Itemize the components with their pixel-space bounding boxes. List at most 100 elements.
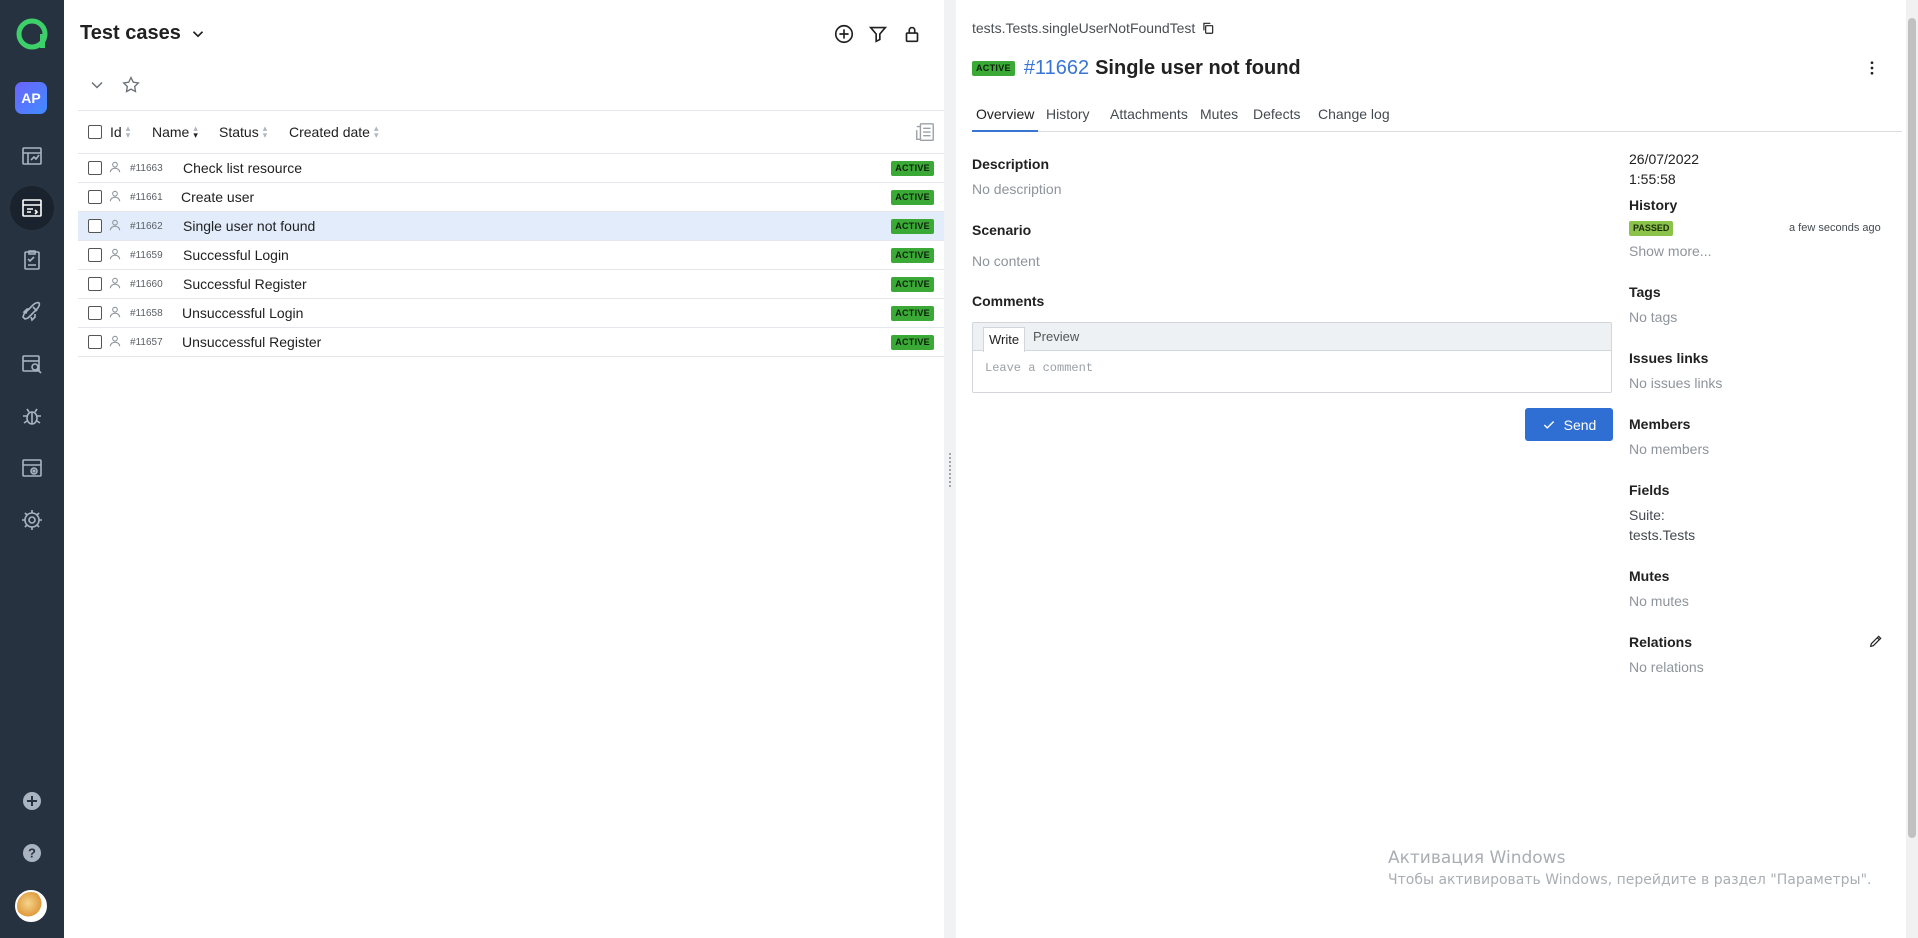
column-status[interactable]: Status ▴ ▾ (219, 123, 268, 141)
row-checkbox[interactable] (88, 306, 102, 320)
table-row[interactable]: #11657 Unsuccessful Register ACTIVE (78, 328, 944, 357)
column-created-date[interactable]: Created date ▴ ▾ (289, 124, 378, 141)
detail-tabs: Overview History Attachments Mutes Defec… (972, 104, 1902, 132)
row-id: #11663 (130, 163, 163, 174)
row-name: Create user (181, 189, 255, 205)
row-id: #11660 (130, 279, 163, 290)
row-name: Unsuccessful Login (182, 305, 304, 321)
members-label: Members (1629, 416, 1691, 432)
favorite-button[interactable] (120, 74, 142, 96)
row-checkbox[interactable] (88, 161, 102, 175)
sort-icon: ▴ ▾ (125, 123, 131, 140)
defects-icon (23, 408, 41, 425)
star-icon (122, 75, 140, 93)
app-logo-icon[interactable] (14, 16, 50, 52)
table-row[interactable]: #11660 Successful Register ACTIVE (78, 270, 944, 299)
test-cases-panel: Test cases Id ▴ ▾ Name ▴ ▾ Status ▴ ▾ Creat… (64, 0, 944, 938)
row-checkbox[interactable] (88, 248, 102, 262)
column-name[interactable]: Name ▴ ▾ (152, 124, 198, 141)
tab-overview[interactable]: Overview (972, 106, 1039, 132)
test-cases-title-dropdown[interactable]: Test cases (80, 22, 207, 45)
row-name: Single user not found (183, 218, 316, 234)
tags-value: No tags (1629, 309, 1678, 325)
column-id[interactable]: Id ▴ ▾ (110, 123, 131, 141)
nav-dashboards[interactable] (10, 134, 54, 178)
help-icon: ? (23, 844, 41, 862)
nav-test-plans[interactable] (10, 238, 54, 282)
add-project-icon (23, 792, 41, 810)
add-test-case-button[interactable] (832, 22, 856, 46)
issues-links-value: No issues links (1629, 375, 1723, 391)
manual-test-icon (109, 248, 121, 260)
show-more-link[interactable]: Show more... (1629, 243, 1711, 259)
filter-button[interactable] (866, 22, 890, 46)
table-row[interactable]: #11659 Successful Login ACTIVE (78, 241, 944, 270)
description-value: No description (972, 181, 1062, 197)
edit-relations-icon[interactable] (1868, 633, 1884, 649)
write-tab[interactable]: Write (983, 327, 1026, 352)
filter-icon (868, 26, 888, 43)
nav-defects[interactable] (10, 394, 54, 438)
scenario-value: No content (972, 253, 1040, 269)
launches-icon (22, 301, 41, 322)
more-actions-button[interactable] (1862, 58, 1882, 78)
mutes-value: No mutes (1629, 593, 1689, 609)
table-row[interactable]: #11661 Create user ACTIVE (78, 183, 944, 212)
send-button[interactable]: Send (1525, 408, 1613, 441)
scrollbar-thumb[interactable] (1908, 18, 1916, 838)
lock-icon (905, 26, 919, 43)
created-date: 26/07/2022 (1629, 151, 1700, 167)
tab-defects[interactable]: Defects (1253, 106, 1300, 132)
status-badge: ACTIVE (891, 161, 934, 176)
test-case-detail: tests.Tests.singleUserNotFoundTest ACTIV… (956, 0, 1906, 938)
history-status-badge[interactable]: PASSED (1629, 221, 1674, 236)
drag-handle-icon[interactable] (948, 452, 952, 488)
row-id: #11657 (130, 337, 163, 348)
table-row[interactable]: #11658 Unsuccessful Login ACTIVE (78, 299, 944, 328)
table-row[interactable]: #11663 Check list resource ACTIVE (78, 154, 944, 183)
nav-settings[interactable] (10, 498, 54, 542)
watermark-subtitle: Чтобы активировать Windows, перейдите в … (1388, 872, 1872, 888)
row-checkbox[interactable] (88, 335, 102, 349)
manual-test-icon (109, 277, 121, 289)
comment-input[interactable] (973, 352, 1611, 392)
nav-test-cases[interactable] (10, 186, 54, 230)
user-avatar[interactable] (15, 890, 47, 922)
sort-icon: ▴ ▾ (262, 123, 268, 140)
nav-jobs[interactable] (10, 446, 54, 490)
row-checkbox[interactable] (88, 219, 102, 233)
history-label: History (1629, 197, 1678, 213)
test-plans-icon (24, 250, 40, 270)
manual-test-icon (109, 190, 121, 202)
nav-help[interactable]: ? (10, 831, 54, 875)
mutes-label: Mutes (1629, 568, 1670, 584)
suite-value: tests.Tests (1629, 527, 1696, 543)
nav-add-project[interactable] (10, 779, 54, 823)
fields-label: Fields (1629, 482, 1670, 498)
panel-splitter[interactable] (944, 0, 956, 938)
nav-launches[interactable] (10, 290, 54, 334)
row-checkbox[interactable] (88, 190, 102, 204)
tab-change-log[interactable]: Change log (1318, 106, 1390, 132)
tab-mutes[interactable]: Mutes (1200, 106, 1238, 132)
select-all-checkbox[interactable] (88, 125, 102, 139)
tab-history[interactable]: History (1046, 106, 1090, 132)
tab-attachments[interactable]: Attachments (1110, 106, 1188, 132)
lock-button[interactable] (900, 22, 924, 46)
column-settings-icon[interactable] (914, 121, 936, 143)
nav-analytics[interactable] (10, 342, 54, 386)
vertical-scrollbar[interactable] (1906, 0, 1918, 938)
table-row-selected[interactable]: #11662 Single user not found ACTIVE (78, 212, 944, 241)
full-name: tests.Tests.singleUserNotFoundTest (972, 20, 1215, 36)
scenario-label: Scenario (972, 222, 1032, 238)
copy-icon[interactable] (1201, 21, 1215, 35)
status-badge: ACTIVE (891, 277, 934, 292)
manual-test-icon (109, 219, 121, 231)
row-checkbox[interactable] (88, 277, 102, 291)
preview-tab[interactable]: Preview (1033, 329, 1079, 344)
collapse-button[interactable] (86, 74, 108, 96)
project-avatar[interactable]: AP (15, 82, 47, 114)
nav-rail: AP ? (0, 0, 64, 938)
manual-test-icon (109, 161, 121, 173)
row-name: Successful Register (183, 276, 307, 292)
